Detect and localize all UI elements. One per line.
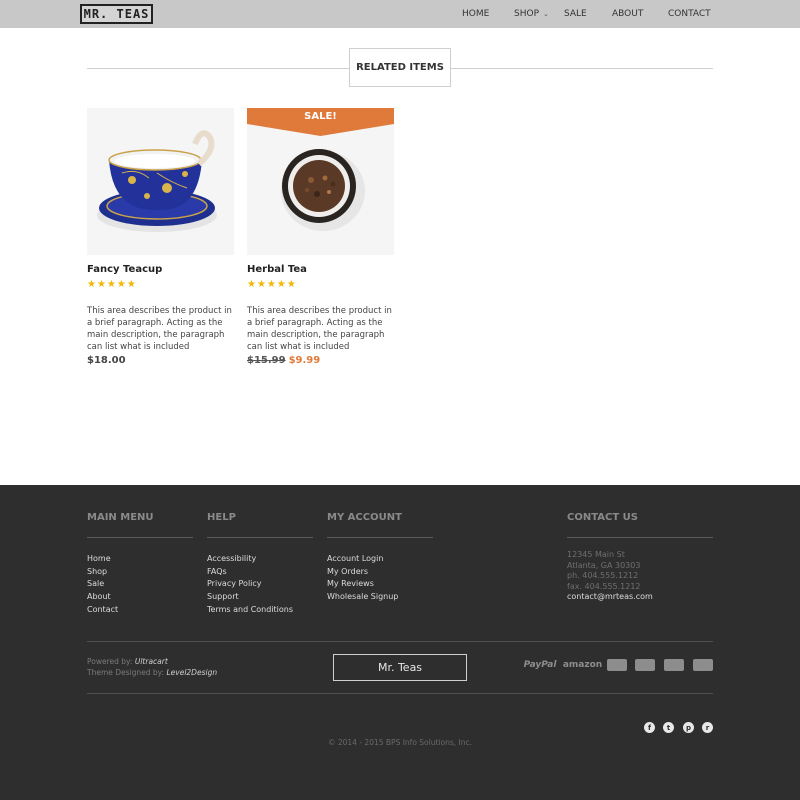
amazon-icon: amazon (562, 660, 603, 670)
powered-by-line: Powered by: Ultracart (87, 656, 217, 667)
footer-heading: MAIN MENU (87, 512, 154, 523)
footer-link-account-login[interactable]: Account Login (327, 553, 398, 566)
footer-contact-us: CONTACT US 12345 Main St Atlanta, GA 303… (567, 512, 713, 601)
teacup-image (87, 108, 234, 255)
product-description: This area describes the product in a bri… (87, 306, 232, 352)
site-logo[interactable]: MR. TEAS (80, 4, 153, 24)
product-card[interactable]: Fancy Teacup ★★★★★ This area describes t… (87, 108, 234, 366)
twitter-icon[interactable]: t (663, 722, 674, 733)
site-header: MR. TEAS HOME SHOP ⌄ SALE ABOUT CONTACT (0, 0, 800, 28)
nav-shop[interactable]: SHOP ⌄ (514, 0, 549, 28)
site-footer: MAIN MENU Home Shop Sale About Contact H… (0, 485, 800, 800)
contact-details: 12345 Main St Atlanta, GA 30303 ph. 404.… (567, 550, 653, 603)
contact-address-line2: Atlanta, GA 30303 (567, 560, 641, 570)
nav-about[interactable]: ABOUT (612, 0, 643, 28)
mastercard-icon (635, 659, 655, 671)
nav-home[interactable]: HOME (462, 0, 489, 28)
footer-my-account: MY ACCOUNT Account Login My Orders My Re… (327, 512, 433, 601)
nav-sale-label: SALE (564, 9, 587, 19)
theme-by-line: Theme Designed by: Level2Design (87, 667, 217, 678)
footer-heading-rule (567, 537, 713, 538)
theme-by-link[interactable]: Level2Design (166, 668, 217, 677)
product-image-herbal-tea[interactable]: SALE! (247, 108, 394, 255)
nav-contact-label: CONTACT (668, 9, 711, 19)
product-title[interactable]: Fancy Teacup (87, 264, 162, 275)
nav-sale[interactable]: SALE (564, 0, 587, 28)
product-image-teacup[interactable] (87, 108, 234, 255)
product-price: $18.00 (87, 355, 126, 366)
footer-link-faqs[interactable]: FAQs (207, 566, 293, 579)
footer-heading: CONTACT US (567, 512, 638, 523)
chevron-down-icon: ⌄ (543, 10, 549, 18)
footer-help: HELP Accessibility FAQs Privacy Policy S… (207, 512, 313, 614)
nav-shop-label: SHOP (514, 9, 539, 19)
powered-by-link[interactable]: Ultracart (135, 657, 168, 666)
copyright-text: © 2014 - 2015 BPS Info Solutions, Inc. (327, 738, 472, 747)
footer-link-terms[interactable]: Terms and Conditions (207, 604, 293, 617)
footer-heading-rule (207, 537, 313, 538)
footer-link-wholesale[interactable]: Wholesale Signup (327, 591, 398, 604)
footer-main-menu: MAIN MENU Home Shop Sale About Contact (87, 512, 193, 614)
facebook-icon[interactable]: f (644, 722, 655, 733)
footer-heading-rule (87, 537, 193, 538)
product-card[interactable]: SALE! Herbal Tea ★★★★★ This area describ… (247, 108, 394, 366)
product-price: $15.99 $9.99 (247, 355, 320, 366)
footer-heading: MY ACCOUNT (327, 512, 402, 523)
related-items-heading: RELATED ITEMS (349, 48, 451, 87)
sale-badge: SALE! (304, 111, 337, 122)
nav-contact[interactable]: CONTACT (668, 0, 711, 28)
sale-price: $9.99 (288, 355, 321, 366)
footer-link-home[interactable]: Home (87, 553, 118, 566)
contact-fax: fax. 404.555.1212 (567, 581, 641, 591)
footer-heading: HELP (207, 512, 236, 523)
nav-home-label: HOME (462, 9, 490, 19)
footer-divider (87, 641, 713, 642)
contact-email-link[interactable]: contact@mrteas.com (567, 592, 653, 603)
footer-link-list: Home Shop Sale About Contact (87, 553, 118, 617)
footer-link-about[interactable]: About (87, 591, 118, 604)
footer-link-accessibility[interactable]: Accessibility (207, 553, 293, 566)
footer-link-my-orders[interactable]: My Orders (327, 566, 398, 579)
star-rating: ★★★★★ (87, 279, 137, 290)
rss-icon[interactable]: r (702, 722, 713, 733)
footer-link-list: Account Login My Orders My Reviews Whole… (327, 553, 398, 604)
footer-link-list: Accessibility FAQs Privacy Policy Suppor… (207, 553, 293, 617)
powered-by-label: Powered by: (87, 657, 133, 666)
footer-divider (87, 693, 713, 694)
original-price: $15.99 (247, 355, 286, 366)
product-title[interactable]: Herbal Tea (247, 264, 307, 275)
amex-card-icon (693, 659, 713, 671)
star-rating: ★★★★★ (247, 279, 297, 290)
footer-link-sale[interactable]: Sale (87, 578, 118, 591)
footer-link-shop[interactable]: Shop (87, 566, 118, 579)
credits: Powered by: Ultracart Theme Designed by:… (87, 656, 217, 678)
footer-heading-rule (327, 537, 433, 538)
theme-by-label: Theme Designed by: (87, 668, 165, 677)
nav-about-label: ABOUT (612, 9, 644, 19)
contact-phone: ph. 404.555.1212 (567, 571, 639, 581)
pinterest-icon[interactable]: p (683, 722, 694, 733)
paypal-icon: PayPal (523, 660, 557, 670)
footer-link-contact[interactable]: Contact (87, 604, 118, 617)
visa-card-icon (607, 659, 627, 671)
footer-link-my-reviews[interactable]: My Reviews (327, 578, 398, 591)
contact-address-line1: 12345 Main St (567, 550, 625, 559)
footer-link-privacy[interactable]: Privacy Policy (207, 578, 293, 591)
footer-link-support[interactable]: Support (207, 591, 293, 604)
product-description: This area describes the product in a bri… (247, 306, 392, 352)
footer-brand-box[interactable]: Mr. Teas (333, 654, 467, 681)
discover-card-icon (664, 659, 684, 671)
